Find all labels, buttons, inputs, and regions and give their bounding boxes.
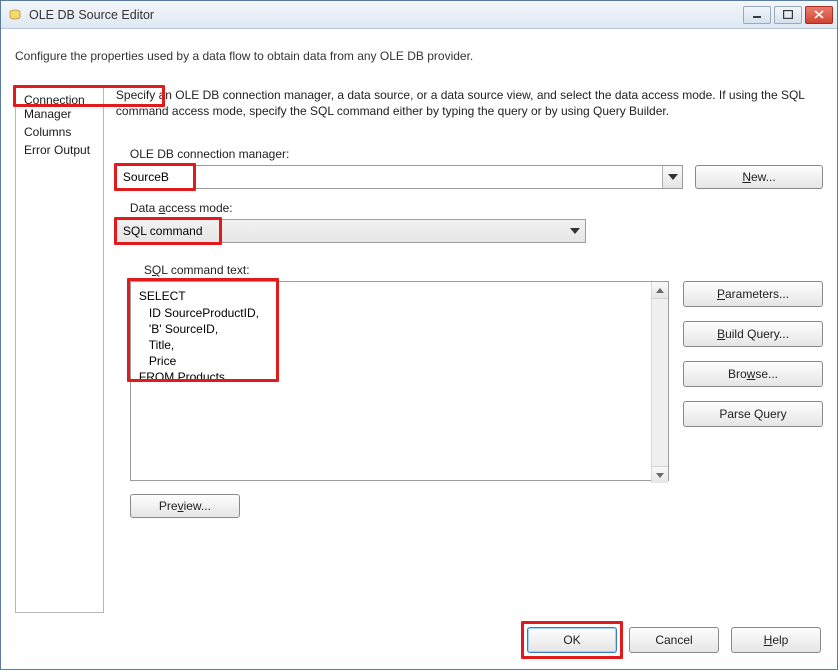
dropdown-arrow-icon bbox=[565, 220, 585, 242]
sidebar-item-connection-manager[interactable]: Connection Manager bbox=[20, 92, 103, 124]
window-buttons bbox=[743, 6, 833, 24]
close-button[interactable] bbox=[805, 6, 833, 24]
scroll-up-icon[interactable] bbox=[652, 282, 668, 299]
sidebar-item-label: Error Output bbox=[24, 143, 90, 157]
category-list[interactable]: Connection Manager Columns Error Output bbox=[15, 87, 104, 613]
sidebar-item-error-output[interactable]: Error Output bbox=[20, 142, 103, 160]
scroll-down-icon[interactable] bbox=[652, 466, 668, 483]
data-access-mode-label: Data access mode: bbox=[130, 201, 823, 215]
sidebar-item-label: Connection Manager bbox=[24, 93, 85, 121]
dialog-window: OLE DB Source Editor Configure the prope… bbox=[0, 0, 838, 670]
data-access-mode-select[interactable]: SQL command bbox=[116, 219, 586, 243]
connection-manager-value: SourceB bbox=[117, 170, 662, 184]
minimize-button[interactable] bbox=[743, 6, 771, 24]
scrollbar[interactable] bbox=[651, 282, 668, 483]
ok-button[interactable]: OK bbox=[527, 627, 617, 653]
sql-command-text-input[interactable] bbox=[130, 281, 669, 481]
sidebar-item-label: Columns bbox=[24, 125, 71, 139]
preview-button[interactable]: Preview... bbox=[130, 494, 240, 518]
dialog-description: Configure the properties used by a data … bbox=[15, 43, 823, 63]
client-area: Configure the properties used by a data … bbox=[1, 29, 837, 669]
titlebar: OLE DB Source Editor bbox=[1, 1, 837, 29]
parameters-button[interactable]: Parameters... bbox=[683, 281, 823, 307]
instruction-text: Specify an OLE DB connection manager, a … bbox=[116, 87, 823, 119]
maximize-button[interactable] bbox=[774, 6, 802, 24]
help-button[interactable]: Help bbox=[731, 627, 821, 653]
dialog-footer: OK Cancel Help bbox=[15, 613, 823, 657]
sql-command-text-label: SQL command text: bbox=[144, 263, 823, 277]
browse-button[interactable]: Browse... bbox=[683, 361, 823, 387]
main-panel: Specify an OLE DB connection manager, a … bbox=[116, 87, 823, 613]
connection-manager-select[interactable]: SourceB bbox=[116, 165, 683, 189]
sql-side-buttons: Parameters... Build Query... Browse... P… bbox=[683, 281, 823, 427]
cancel-button[interactable]: Cancel bbox=[629, 627, 719, 653]
build-query-button[interactable]: Build Query... bbox=[683, 321, 823, 347]
sql-text-container bbox=[130, 281, 669, 484]
data-access-mode-value: SQL command bbox=[117, 224, 565, 238]
app-icon bbox=[7, 7, 23, 23]
connection-manager-label: OLE DB connection manager: bbox=[130, 147, 823, 161]
sidebar-item-columns[interactable]: Columns bbox=[20, 124, 103, 142]
new-connection-button[interactable]: New... bbox=[695, 165, 823, 189]
window-title: OLE DB Source Editor bbox=[29, 8, 743, 22]
dropdown-arrow-icon bbox=[662, 166, 682, 188]
parse-query-button[interactable]: Parse Query bbox=[683, 401, 823, 427]
